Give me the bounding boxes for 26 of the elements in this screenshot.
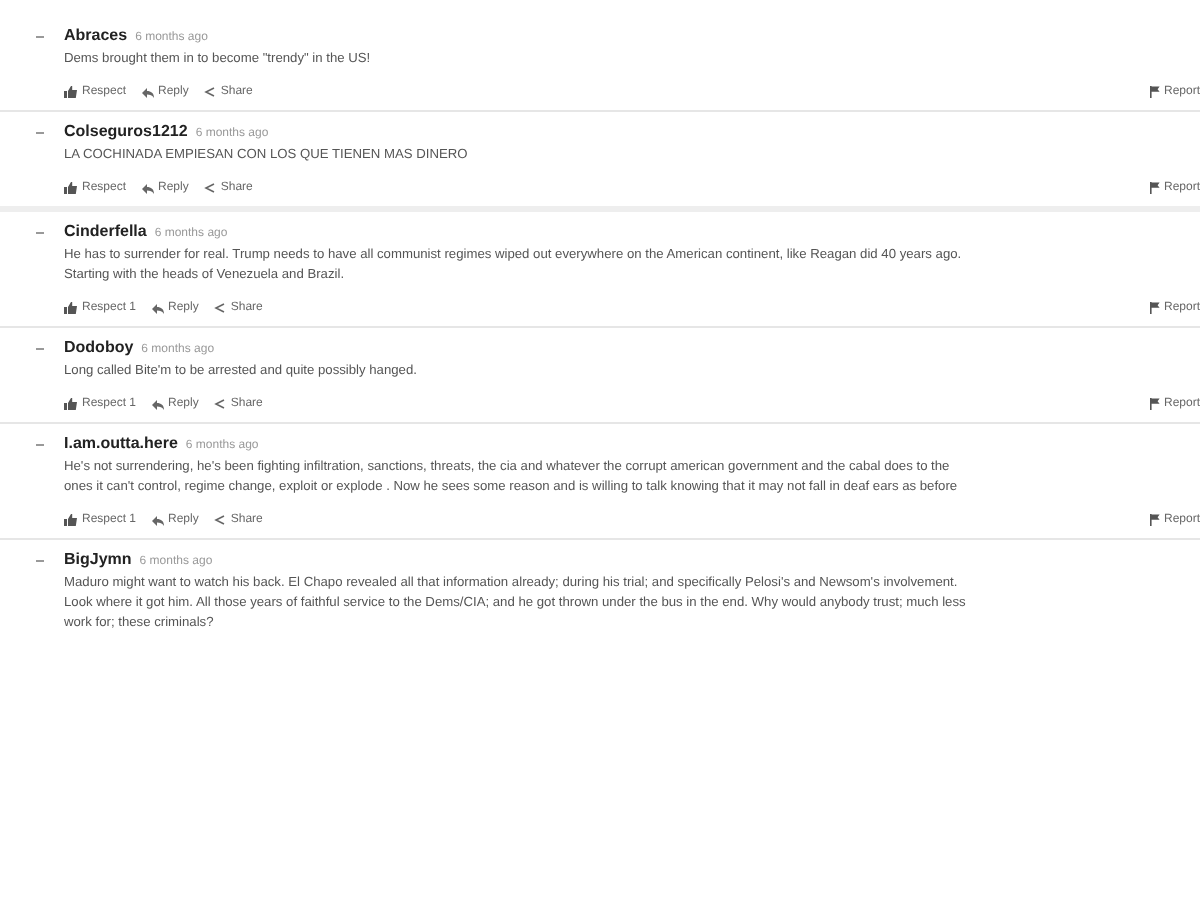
- comment-author[interactable]: I.am.outta.here: [64, 432, 178, 456]
- reply-icon: [152, 303, 165, 313]
- flag-icon: [1149, 514, 1160, 526]
- comment-author[interactable]: Cinderfella: [64, 220, 147, 244]
- reply-icon: [142, 87, 155, 97]
- share-icon: [204, 182, 217, 194]
- flag-icon: [1149, 398, 1160, 410]
- comment-author[interactable]: Colseguros1212: [64, 120, 188, 144]
- thumbs-up-icon: [64, 514, 78, 526]
- thumbs-up-icon: [64, 86, 78, 98]
- reply-icon: [152, 399, 165, 409]
- thumbs-up-icon: [64, 182, 78, 194]
- flag-icon: [1149, 182, 1160, 194]
- reply-icon: [152, 515, 165, 525]
- comment-author[interactable]: Dodoboy: [64, 336, 134, 360]
- flag-icon: [1149, 86, 1160, 98]
- share-icon: [214, 302, 227, 314]
- flag-icon: [1149, 302, 1160, 314]
- thumbs-up-icon: [64, 302, 78, 314]
- comment-author[interactable]: BigJymn: [64, 548, 132, 572]
- thumbs-up-icon: [64, 398, 78, 410]
- comment-author[interactable]: Abraces: [64, 24, 128, 48]
- reply-icon: [142, 183, 155, 193]
- share-icon: [214, 514, 227, 526]
- share-icon: [214, 398, 227, 410]
- share-icon: [204, 86, 217, 98]
